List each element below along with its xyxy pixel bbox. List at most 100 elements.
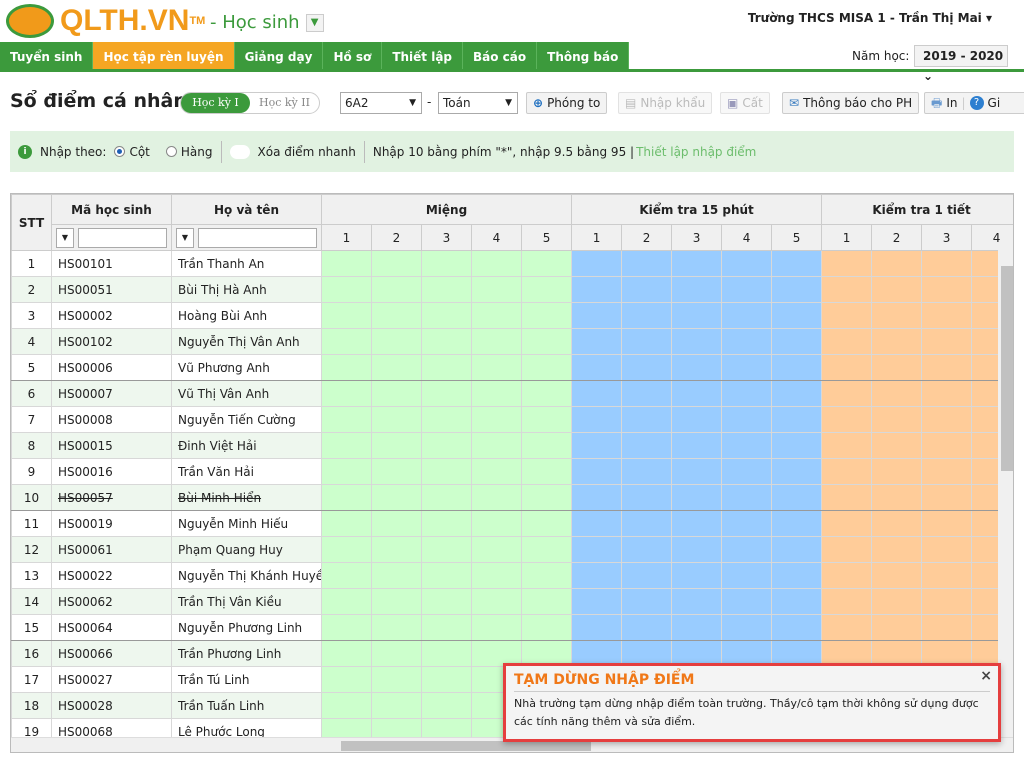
filter-dropdown[interactable]: ▼	[176, 227, 194, 248]
nav-item[interactable]: Báo cáo	[463, 42, 538, 69]
name-filter-input[interactable]	[198, 227, 317, 248]
nav-item[interactable]: Học tập rèn luyện	[93, 42, 235, 69]
help-button[interactable]: Gi	[988, 93, 1001, 113]
score-cell[interactable]	[771, 328, 823, 355]
score-cell[interactable]	[371, 328, 422, 355]
save-button[interactable]: ▣ Cất	[720, 92, 770, 114]
score-cell[interactable]	[671, 276, 723, 303]
score-cell[interactable]	[821, 432, 873, 459]
score-cell[interactable]	[621, 614, 673, 641]
filter-dropdown[interactable]: ▼	[56, 227, 74, 248]
score-cell[interactable]	[321, 614, 372, 641]
score-cell[interactable]	[321, 354, 372, 381]
score-cell[interactable]	[871, 562, 923, 589]
score-cell[interactable]	[871, 380, 923, 407]
score-cell[interactable]	[471, 406, 522, 433]
score-cell[interactable]	[371, 432, 422, 459]
code-filter-input[interactable]	[78, 227, 167, 248]
score-cell[interactable]	[621, 354, 673, 381]
import-button[interactable]: ▤ Nhập khẩu	[618, 92, 713, 114]
score-cell[interactable]	[721, 536, 773, 563]
score-cell[interactable]	[621, 588, 673, 615]
score-cell[interactable]	[771, 510, 823, 537]
score-cell[interactable]	[721, 302, 773, 329]
score-cell[interactable]	[721, 354, 773, 381]
score-cell[interactable]	[571, 458, 623, 485]
score-cell[interactable]	[921, 536, 973, 563]
score-cell[interactable]	[621, 432, 673, 459]
score-cell[interactable]	[471, 510, 522, 537]
score-cell[interactable]	[371, 354, 422, 381]
score-cell[interactable]	[321, 588, 372, 615]
score-cell[interactable]	[871, 536, 923, 563]
score-cell[interactable]	[921, 380, 973, 407]
score-cell[interactable]	[721, 562, 773, 589]
score-cell[interactable]	[371, 640, 422, 667]
score-cell[interactable]	[821, 562, 873, 589]
score-cell[interactable]	[421, 484, 472, 511]
score-cell[interactable]	[871, 276, 923, 303]
score-cell[interactable]	[520, 432, 573, 459]
quick-delete-toggle[interactable]	[229, 144, 250, 159]
score-cell[interactable]	[821, 614, 873, 641]
score-cell[interactable]	[771, 614, 823, 641]
score-cell[interactable]	[571, 484, 623, 511]
score-cell[interactable]	[421, 328, 472, 355]
score-cell[interactable]	[921, 354, 973, 381]
score-cell[interactable]	[421, 354, 472, 381]
score-cell[interactable]	[421, 432, 472, 459]
year-select[interactable]: 2019 - 2020 ⌄	[914, 45, 1008, 83]
score-cell[interactable]	[921, 562, 973, 589]
score-cell[interactable]	[571, 328, 623, 355]
score-cell[interactable]	[821, 302, 873, 329]
score-cell[interactable]	[671, 380, 723, 407]
score-cell[interactable]	[321, 510, 372, 537]
score-cell[interactable]	[921, 276, 973, 303]
score-cell[interactable]	[671, 484, 723, 511]
role-selector[interactable]: - Học sinh ▼	[210, 12, 324, 33]
score-cell[interactable]	[520, 458, 573, 485]
score-cell[interactable]	[371, 614, 422, 641]
score-cell[interactable]	[421, 276, 472, 303]
score-cell[interactable]	[471, 562, 522, 589]
score-cell[interactable]	[921, 250, 973, 277]
score-cell[interactable]	[671, 406, 723, 433]
score-cell[interactable]	[621, 380, 673, 407]
subject-select[interactable]: Toán ▼	[438, 92, 518, 114]
score-cell[interactable]	[371, 276, 422, 303]
score-cell[interactable]	[371, 484, 422, 511]
score-cell[interactable]	[571, 536, 623, 563]
score-cell[interactable]	[520, 250, 573, 277]
score-cell[interactable]	[520, 484, 573, 511]
score-cell[interactable]	[321, 406, 372, 433]
setup-input-link[interactable]: Thiết lập nhập điểm	[636, 145, 756, 159]
print-button[interactable]: In	[946, 93, 957, 113]
score-cell[interactable]	[371, 458, 422, 485]
score-cell[interactable]	[671, 614, 723, 641]
score-cell[interactable]	[721, 458, 773, 485]
score-cell[interactable]	[571, 250, 623, 277]
score-cell[interactable]	[821, 328, 873, 355]
score-cell[interactable]	[321, 692, 372, 719]
score-cell[interactable]	[921, 458, 973, 485]
score-cell[interactable]	[421, 406, 472, 433]
score-cell[interactable]	[371, 692, 422, 719]
close-icon[interactable]: ×	[980, 668, 992, 684]
score-cell[interactable]	[371, 302, 422, 329]
score-cell[interactable]	[621, 250, 673, 277]
score-cell[interactable]	[471, 302, 522, 329]
score-cell[interactable]	[321, 302, 372, 329]
score-cell[interactable]	[371, 562, 422, 589]
score-cell[interactable]	[471, 354, 522, 381]
score-cell[interactable]	[821, 510, 873, 537]
score-cell[interactable]	[871, 354, 923, 381]
score-cell[interactable]	[471, 328, 522, 355]
score-cell[interactable]	[520, 328, 573, 355]
notify-parents-button[interactable]: ✉ Thông báo cho PH	[782, 92, 920, 114]
score-cell[interactable]	[721, 328, 773, 355]
score-cell[interactable]	[421, 614, 472, 641]
score-cell[interactable]	[571, 406, 623, 433]
nav-item[interactable]: Thiết lập	[382, 42, 464, 69]
score-cell[interactable]	[721, 276, 773, 303]
scroll-thumb[interactable]	[341, 741, 591, 751]
